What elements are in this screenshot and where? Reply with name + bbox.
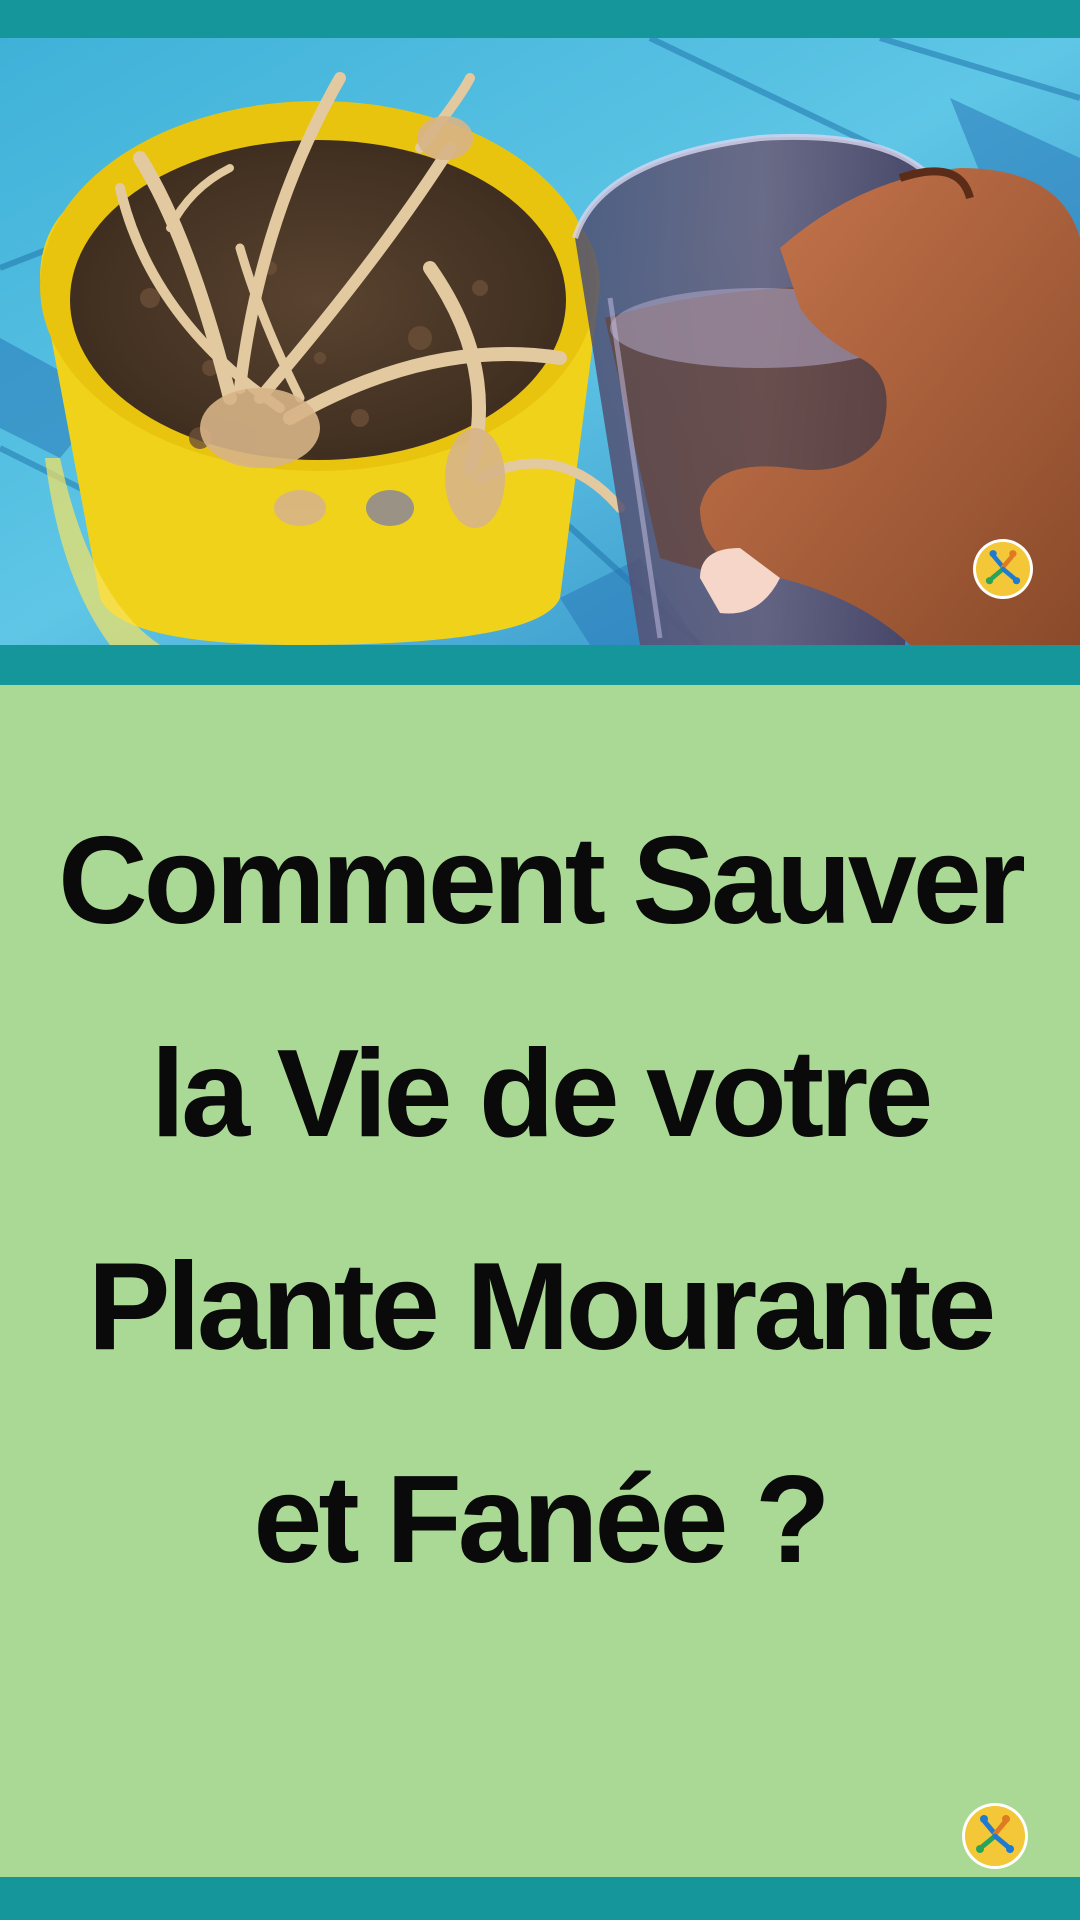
hero-photo (0, 38, 1080, 645)
yellow-pot-icon (40, 101, 600, 645)
brand-logo-icon (965, 1806, 1025, 1866)
top-teal-band (0, 0, 1080, 38)
brand-logo-icon (976, 542, 1030, 596)
middle-teal-band (0, 645, 1080, 685)
bottom-teal-band (0, 1877, 1080, 1920)
title-panel: Comment Sauver la Vie de votre Plante Mo… (0, 685, 1080, 1877)
page-title: Comment Sauver la Vie de votre Plante Mo… (58, 812, 1026, 1589)
